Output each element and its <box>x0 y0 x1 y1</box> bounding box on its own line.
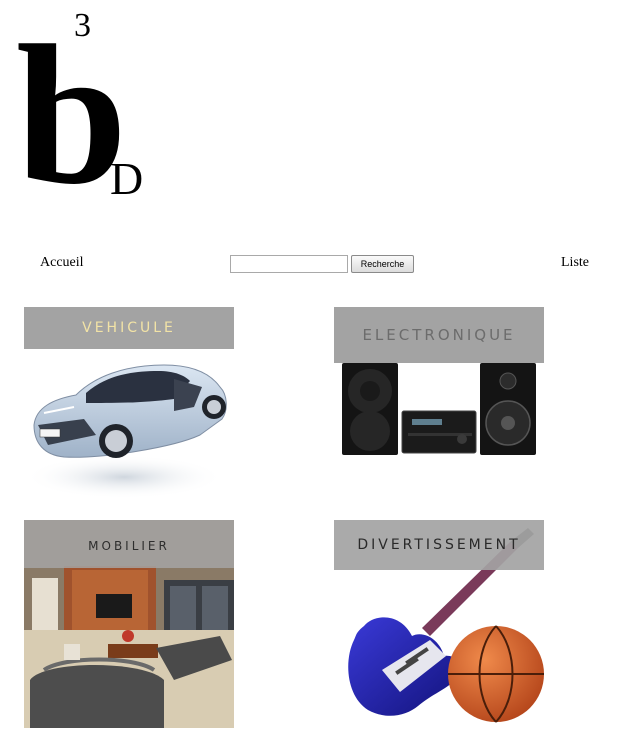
category-label: DIVERTISSEMENT <box>357 537 521 553</box>
category-tile-mobilier[interactable]: MOBILIER <box>24 520 234 728</box>
category-label-banner: MOBILIER <box>24 520 234 568</box>
search-button[interactable]: Recherche <box>351 255 414 273</box>
nav-home-link[interactable]: Accueil <box>40 255 84 271</box>
category-label: VEHICULE <box>82 320 176 336</box>
category-tile-electronique[interactable]: ELECTRONIQUE <box>334 307 544 515</box>
logo-subscript: D <box>110 153 143 200</box>
site-logo[interactable]: b 3 D <box>14 4 174 226</box>
category-tile-vehicule[interactable]: VEHICULE <box>24 307 234 515</box>
category-tile-divertissement[interactable]: DIVERTISSEMENT <box>334 520 544 728</box>
nav-list-link[interactable]: Liste <box>561 255 589 271</box>
search-input[interactable] <box>230 255 348 273</box>
category-label: MOBILIER <box>88 539 170 553</box>
logo-superscript: 3 <box>74 7 91 44</box>
category-label-banner: VEHICULE <box>24 307 234 349</box>
category-label-banner: ELECTRONIQUE <box>334 307 544 363</box>
category-label-banner: DIVERTISSEMENT <box>334 520 544 570</box>
category-label: ELECTRONIQUE <box>362 326 516 344</box>
